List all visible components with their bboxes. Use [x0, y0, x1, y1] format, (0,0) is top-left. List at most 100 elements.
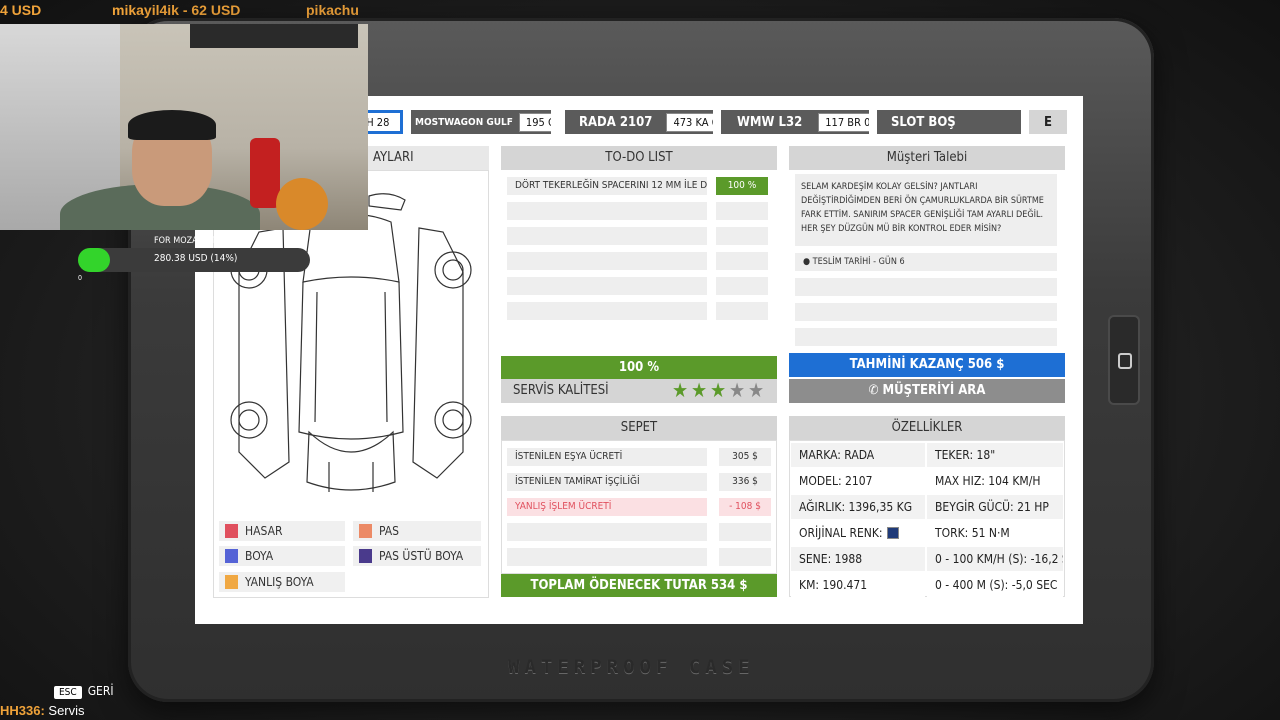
spec-left: MARKA: RADA: [791, 443, 925, 467]
customer-message: SELAM KARDEŞİM KOLAY GELSİN? JANTLARI DE…: [795, 174, 1057, 246]
donation-1: 4 USD: [0, 2, 42, 18]
spec-left: ORİJİNAL RENK:: [791, 521, 925, 545]
cart-row-label: İSTENİLEN EŞYA ÜCRETİ: [507, 448, 707, 466]
webcam-overlay: [0, 24, 368, 230]
cart-empty-row: [719, 523, 771, 541]
donation-goal-title: FOR MOZA SETUP: [154, 236, 227, 246]
tablet-side-button[interactable]: [1108, 315, 1140, 405]
spec-left: AĞIRLIK: 1396,35 KG: [791, 495, 925, 519]
cart-title: SEPET: [501, 416, 777, 440]
donation-2: mikayil4ik - 62 USD: [112, 2, 241, 18]
legend-hasar: HASAR: [219, 521, 345, 541]
slot-tab-2[interactable]: MOSTWAGON GULF 195 GS 25: [411, 110, 551, 134]
todo-empty-row: [507, 227, 707, 245]
game-stage: 4 USD mikayil4ik - 62 USD pikachu WATERP…: [0, 0, 1280, 720]
star-icon: ★: [672, 378, 689, 402]
legend-yanlis-boya: YANLIŞ BOYA: [219, 572, 345, 592]
todo-empty-row: [507, 302, 707, 320]
phone-icon: ✆: [868, 383, 883, 398]
spec-right: 0 - 400 M (S): -5,0 SEC: [927, 573, 1063, 597]
customer-empty-row: [795, 303, 1057, 321]
back-hint[interactable]: ESC GERİ: [54, 684, 114, 702]
slot-plate-2: 195 GS 25: [518, 112, 551, 132]
todo-item: DÖRT TEKERLEĞİN SPACERINI 12 MM İLE DEĞİ…: [507, 177, 707, 195]
slot-name-2: MOSTWAGON GULF: [415, 116, 513, 128]
todo-title: TO-DO LIST: [501, 146, 777, 170]
call-customer-button[interactable]: ✆ MÜŞTERİYİ ARA: [789, 379, 1065, 403]
legend-swatch: [225, 549, 238, 563]
cart-row-value: 305 $: [719, 448, 771, 466]
legend-swatch: [225, 524, 238, 538]
esc-key: ESC: [54, 686, 82, 699]
cart-row-value: 336 $: [719, 473, 771, 491]
donation-goal: FOR MOZA SETUP 280.38 USD (14%) 0: [78, 232, 310, 282]
star-icon: ★: [748, 378, 765, 402]
todo-item-progress: 100 %: [716, 177, 768, 195]
slot-plate-4: 117 BR 04: [818, 112, 869, 132]
donation-goal-amount: 280.38 USD (14%): [154, 253, 238, 264]
slot-tab-3[interactable]: RADA 2107 473 KA 67: [565, 110, 713, 134]
todo-empty-row: [716, 202, 768, 220]
customer-empty-row: [795, 328, 1057, 346]
estimated-earning: TAHMİNİ KAZANÇ 506 $: [789, 353, 1065, 377]
todo-empty-row: [507, 202, 707, 220]
case-label: WATERPROOF CASE: [508, 656, 755, 678]
home-icon: [1118, 353, 1132, 369]
slot-tab-6[interactable]: E: [1029, 110, 1067, 134]
chat-line: HH336: Servis: [0, 703, 85, 719]
spec-right: MAX HIZ: 104 KM/H: [927, 469, 1063, 493]
todo-empty-row: [716, 252, 768, 270]
star-icon: ★: [691, 378, 708, 402]
slot-tab-4[interactable]: WMW L32 117 BR 04: [721, 110, 869, 134]
donation-goal-track: 280.38 USD (14%): [78, 248, 310, 272]
todo-empty-row: [716, 277, 768, 295]
slot-name-4: WMW L32: [737, 114, 803, 130]
cart-empty-row: [507, 548, 707, 566]
cart-total: TOPLAM ÖDENECEK TUTAR 534 $: [501, 574, 777, 597]
cart-empty-row: [507, 523, 707, 541]
cart-empty-row: [719, 548, 771, 566]
spec-right: 0 - 100 KM/H (S): -16,2 SEC: [927, 547, 1063, 571]
cart-row-label-penalty: YANLIŞ İŞLEM ÜCRETİ: [507, 498, 707, 516]
legend-swatch: [225, 575, 238, 589]
spec-left: MODEL: 2107: [791, 469, 925, 493]
slot-name-6: E: [1044, 114, 1052, 130]
chat-user: HH336:: [0, 703, 45, 718]
donation-goal-fill: [78, 248, 111, 272]
chat-message: Servis: [44, 703, 85, 718]
deadline: ● TESLİM TARİHİ - GÜN 6: [795, 253, 1057, 271]
slot-name-5: SLOT BOŞ: [891, 114, 956, 130]
todo-empty-row: [716, 302, 768, 320]
legend-swatch: [359, 549, 372, 563]
star-icon: ★: [729, 378, 746, 402]
specs-title: ÖZELLİKLER: [789, 416, 1065, 440]
todo-total-progress: 100 %: [501, 356, 777, 379]
todo-empty-row: [507, 252, 707, 270]
original-color-swatch: [886, 527, 899, 539]
webcam-microphone: [250, 138, 280, 208]
spec-right: BEYGİR GÜCÜ: 21 HP: [927, 495, 1063, 519]
donation-goal-min: 0: [78, 274, 83, 282]
legend-pas: PAS: [353, 521, 481, 541]
slot-name-3: RADA 2107: [579, 114, 653, 130]
todo-empty-row: [716, 227, 768, 245]
slot-plate-3: 473 KA 67: [666, 112, 713, 132]
spec-left: SENE: 1988: [791, 547, 925, 571]
customer-title: Müşteri Talebi: [789, 146, 1065, 170]
legend-boya: BOYA: [219, 546, 345, 566]
donation-3: pikachu: [306, 2, 359, 18]
star-icon: ★: [710, 378, 727, 402]
spec-right: TEKER: 18": [927, 443, 1063, 467]
slot-tab-5[interactable]: SLOT BOŞ: [877, 110, 1021, 134]
cart-row-value-penalty: - 108 $: [719, 498, 771, 516]
legend-pas-ustu-boya: PAS ÜSTÜ BOYA: [353, 546, 481, 566]
cart-row-label: İSTENİLEN TAMİRAT İŞÇİLİĞİ: [507, 473, 707, 491]
service-quality-label: SERVİS KALİTESİ: [513, 383, 609, 398]
webcam-plush-lion: [276, 178, 328, 230]
spec-right: TORK: 51 N·M: [927, 521, 1063, 545]
customer-empty-row: [795, 278, 1057, 296]
spec-left: KM: 190.471: [791, 573, 925, 597]
legend-swatch: [359, 524, 372, 538]
todo-empty-row: [507, 277, 707, 295]
webcam-person-hair: [128, 110, 216, 140]
